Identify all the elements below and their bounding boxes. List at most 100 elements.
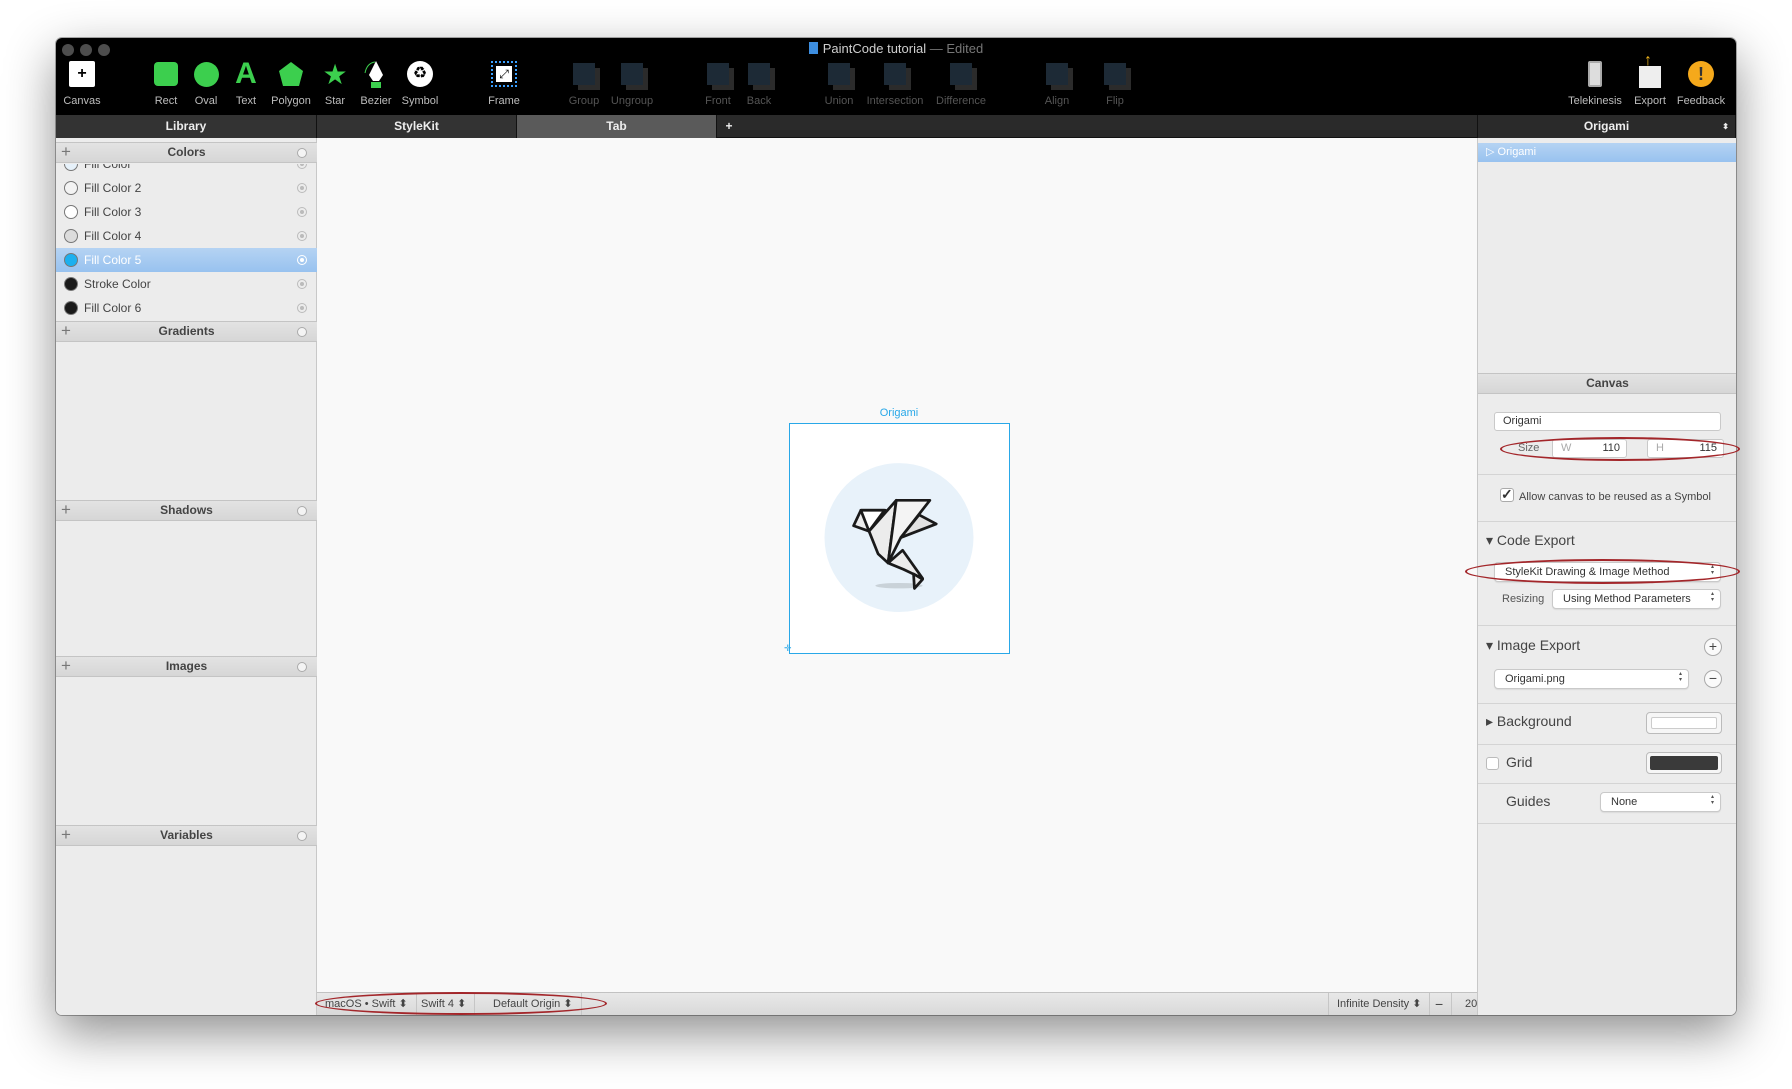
grid-color-well[interactable] <box>1646 752 1722 774</box>
color-swatch[interactable] <box>64 181 78 195</box>
color-name: Fill Color 5 <box>84 253 142 267</box>
disclosure-triangle-icon[interactable]: ▷ <box>1486 146 1494 158</box>
toolbar-flip-button[interactable]: Flip <box>1080 58 1150 107</box>
origin-marker-icon[interactable]: ✛ <box>784 643 792 654</box>
toolbar: PaintCode tutorial — Edited + Canvas Rect O… <box>56 38 1736 115</box>
tab-tab[interactable]: Tab <box>517 115 717 138</box>
guides-label: Guides <box>1506 793 1551 809</box>
toolbar-intersection-button[interactable]: Intersection <box>860 58 930 107</box>
difference-icon <box>926 58 996 90</box>
section-option-icon[interactable] <box>297 662 307 672</box>
inspector-title: Origami <box>1583 119 1630 133</box>
toolbar-label: Difference <box>936 95 986 107</box>
color-option-icon[interactable] <box>297 255 307 265</box>
updown-arrows-icon: ⬍ <box>1722 122 1729 131</box>
color-option-icon[interactable] <box>297 279 307 289</box>
toolbar-feedback-button[interactable]: ! Feedback <box>1666 58 1736 107</box>
add-image-button[interactable]: + <box>61 656 71 675</box>
color-item[interactable]: Stroke Color <box>56 272 317 296</box>
add-variable-button[interactable]: + <box>61 825 71 844</box>
background-title: Background <box>1496 713 1572 729</box>
shadows-section-header: + Shadows <box>56 500 317 521</box>
tree-item-label: Origami <box>1497 146 1537 158</box>
remove-image-export-button[interactable]: − <box>1704 670 1722 688</box>
add-tab-button[interactable]: + <box>717 115 741 138</box>
color-name: Fill Color 4 <box>84 229 142 243</box>
guides-popup[interactable]: None <box>1600 792 1721 812</box>
image-export-section[interactable]: ▾ Image Export <box>1486 637 1580 654</box>
toolbar-canvas-button[interactable]: + Canvas <box>56 58 117 107</box>
color-option-icon[interactable] <box>297 207 307 217</box>
code-export-title: Code Export <box>1496 532 1575 548</box>
color-swatch[interactable] <box>64 253 78 267</box>
section-option-icon[interactable] <box>297 831 307 841</box>
grid-checkbox[interactable] <box>1486 757 1499 770</box>
color-item[interactable]: Fill Color 6 <box>56 296 317 320</box>
title-text: PaintCode tutorial <box>822 41 927 56</box>
origami-bird-illustration <box>824 463 974 613</box>
feedback-icon: ! <box>1666 58 1736 90</box>
color-option-icon[interactable] <box>297 303 307 313</box>
toolbar-back-button[interactable]: Back <box>724 58 794 107</box>
toolbar-label: Intersection <box>866 95 924 107</box>
color-item[interactable]: Fill Color 3 <box>56 200 317 224</box>
zoom-out-button[interactable]: − <box>1427 993 1453 1015</box>
canvas-artboard[interactable] <box>789 423 1010 654</box>
color-swatch[interactable] <box>64 277 78 291</box>
images-section-header: + Images <box>56 656 317 677</box>
symbol-icon: ♻ <box>385 58 455 90</box>
color-swatch[interactable] <box>64 301 78 315</box>
edited-label: — Edited <box>929 41 984 56</box>
section-option-icon[interactable] <box>297 148 307 158</box>
canvas-name-field[interactable]: Origami <box>1494 412 1721 431</box>
color-swatch[interactable] <box>64 205 78 219</box>
gradients-title: Gradients <box>158 324 215 338</box>
inspector-selector[interactable]: Origami ⬍ <box>1477 115 1736 138</box>
add-image-export-button[interactable]: + <box>1704 638 1722 656</box>
add-shadow-button[interactable]: + <box>61 500 71 519</box>
color-item[interactable]: Fill Color 2 <box>56 176 317 200</box>
colors-section-header: + Colors <box>56 142 317 163</box>
color-name: Fill Color <box>84 164 132 171</box>
color-swatch[interactable] <box>64 164 78 171</box>
background-section[interactable]: ▸ Background <box>1486 713 1572 730</box>
density-value: Infinite Density <box>1337 998 1410 1010</box>
code-export-section[interactable]: ▾ Code Export <box>1486 532 1575 549</box>
toolbar-frame-button[interactable]: ⤢ Frame <box>469 58 539 107</box>
color-swatch[interactable] <box>64 229 78 243</box>
ungroup-icon <box>597 58 667 90</box>
flip-icon <box>1080 58 1150 90</box>
allow-symbol-label: Allow canvas to be reused as a Symbol <box>1519 491 1711 503</box>
color-name: Fill Color 3 <box>84 205 142 219</box>
color-item[interactable]: Fill Color <box>56 164 317 174</box>
color-item[interactable]: Fill Color 5 <box>56 248 317 272</box>
section-option-icon[interactable] <box>297 327 307 337</box>
toolbar-difference-button[interactable]: Difference <box>926 58 996 107</box>
toolbar-ungroup-button[interactable]: Ungroup <box>597 58 667 107</box>
toolbar-label: Feedback <box>1676 95 1726 107</box>
toolbar-symbol-button[interactable]: ♻ Symbol <box>385 58 455 107</box>
tab-library[interactable]: Library <box>56 115 317 138</box>
toolbar-label: Canvas <box>63 95 101 107</box>
background-color-well[interactable] <box>1646 712 1722 734</box>
canvas-tree-item[interactable]: ▷ Origami <box>1478 143 1736 162</box>
color-name: Stroke Color <box>84 277 151 291</box>
image-export-file[interactable]: Origami.png <box>1494 669 1689 689</box>
toolbar-label: Back <box>746 95 772 107</box>
send-back-icon <box>724 58 794 90</box>
add-gradient-button[interactable]: + <box>61 321 71 340</box>
images-title: Images <box>165 659 208 673</box>
color-option-icon[interactable] <box>297 164 307 169</box>
resizing-popup[interactable]: Using Method Parameters <box>1552 589 1721 609</box>
toolbar-label: Flip <box>1106 95 1124 107</box>
add-color-button[interactable]: + <box>61 142 71 161</box>
color-option-icon[interactable] <box>297 231 307 241</box>
allow-symbol-checkbox[interactable]: ✓ <box>1500 487 1514 502</box>
tab-stylekit[interactable]: StyleKit <box>317 115 517 138</box>
color-item[interactable]: Fill Color 4 <box>56 224 317 248</box>
section-option-icon[interactable] <box>297 506 307 516</box>
toolbar-label: Symbol <box>401 95 439 107</box>
frame-icon: ⤢ <box>469 58 539 90</box>
density-popup[interactable]: Infinite Density ⬍ <box>1328 993 1431 1015</box>
color-option-icon[interactable] <box>297 183 307 193</box>
